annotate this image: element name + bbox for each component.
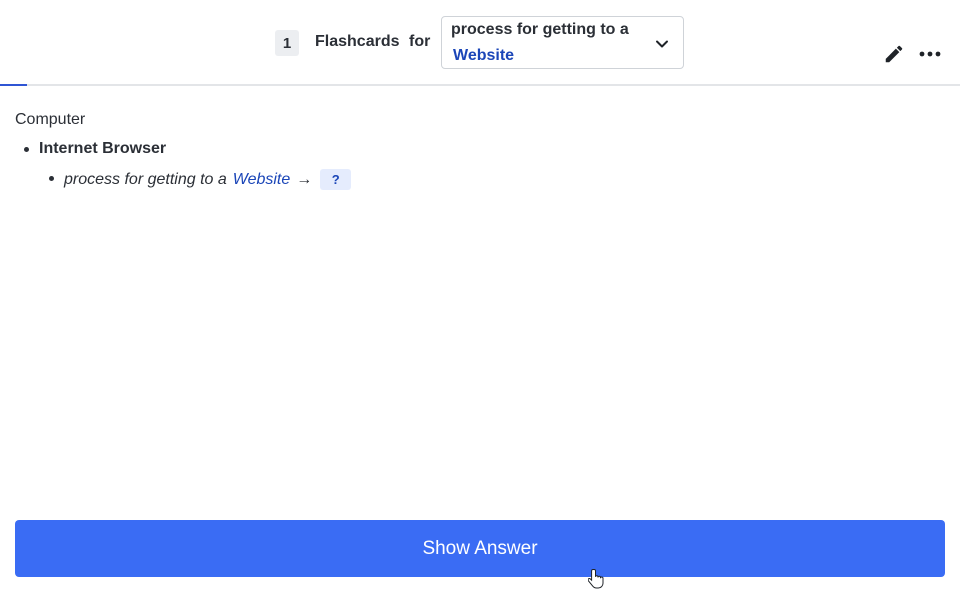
arrow-separator: → — [296, 170, 313, 188]
parent-block: Computer — [15, 111, 86, 128]
progress-indicator — [0, 84, 27, 86]
more-options-button[interactable] — [916, 40, 944, 68]
more-horizontal-icon — [919, 51, 941, 57]
deck-select-link-text: Website — [453, 47, 515, 64]
review-header: 1 Flashcards for process for getting to … — [0, 0, 960, 86]
hand-cursor-icon — [588, 569, 604, 589]
show-answer-button[interactable]: Show Answer — [15, 520, 945, 577]
bullet-icon — [49, 176, 54, 181]
header-for-label: for — [409, 33, 431, 50]
deck-select-text: process for getting to a — [451, 21, 629, 38]
bullet-icon — [24, 147, 29, 152]
flashcard-page: 1 Flashcards for process for getting to … — [0, 0, 960, 590]
pencil-icon — [885, 45, 903, 63]
header-title: Flashcards — [315, 33, 400, 50]
page-link[interactable]: Website — [233, 171, 291, 189]
question-text: process for getting to a — [64, 170, 227, 188]
edit-button[interactable] — [880, 40, 908, 68]
cloze-placeholder: ? — [320, 169, 352, 190]
deck-select-dropdown[interactable]: process for getting to a Website — [441, 16, 684, 69]
question-block: process for getting to a Website → ? — [64, 169, 352, 190]
chevron-down-icon — [656, 40, 668, 48]
card-count-badge: 1 — [275, 30, 299, 56]
child-block: Internet Browser — [39, 140, 167, 157]
